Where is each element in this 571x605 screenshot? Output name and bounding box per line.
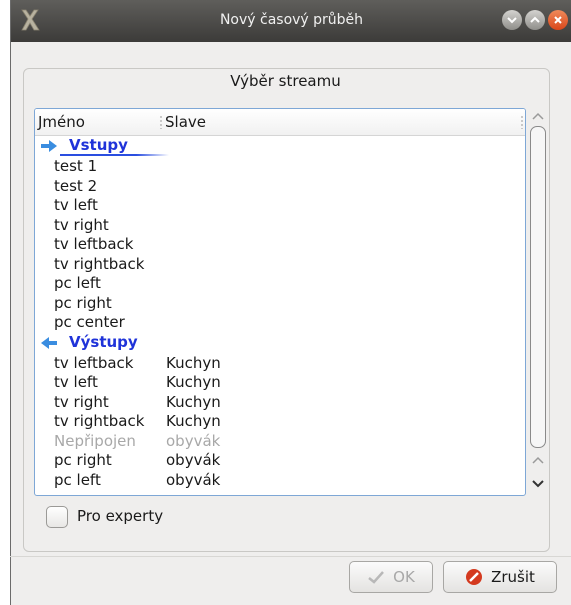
column-header-name[interactable]: Jméno [38, 113, 85, 131]
item-name: tv right [54, 215, 109, 234]
list-item[interactable]: pc center [35, 313, 525, 333]
item-name: Nepřipojen [54, 431, 136, 450]
scroll-up-arrow-icon[interactable] [531, 110, 545, 122]
list-item[interactable]: tv rightback Kuchyn [35, 412, 525, 432]
group-underline [60, 154, 169, 156]
item-name: pc right [54, 293, 112, 312]
list-item[interactable]: tv right [35, 216, 525, 236]
list-item[interactable]: pc left [35, 274, 525, 294]
button-divider [10, 556, 571, 557]
close-icon [554, 16, 562, 24]
minimize-button[interactable] [502, 10, 522, 30]
arrow-left-icon [41, 336, 57, 349]
group-label: Výstupy [69, 332, 138, 351]
list-item[interactable]: tv left [35, 196, 525, 216]
maximize-button[interactable] [525, 10, 545, 30]
list-item[interactable]: test 1 [35, 157, 525, 177]
column-separator[interactable] [521, 115, 523, 129]
window-title: Nový časový průběh [219, 12, 364, 28]
ok-button[interactable]: OK [349, 561, 433, 593]
item-name: tv leftback [54, 353, 134, 372]
item-name: tv left [54, 196, 98, 214]
title-bar[interactable]: Nový časový průběh [11, 0, 571, 42]
item-slave: Kuchyn [166, 373, 221, 391]
column-header-slave[interactable]: Slave [165, 113, 206, 131]
list-item[interactable]: Nepřipojen obyvák [35, 432, 525, 452]
cancel-button-label: Zrušit [491, 568, 535, 586]
item-slave: Kuchyn [166, 353, 221, 372]
item-name: pc left [54, 274, 101, 292]
list-item[interactable]: tv right Kuchyn [35, 393, 525, 413]
chevron-up-icon [530, 16, 540, 23]
chevron-down-icon [507, 17, 517, 24]
item-slave: obyvák [166, 470, 221, 489]
list-item[interactable]: test 2 [35, 177, 525, 197]
cancel-button[interactable]: Zrušit [443, 561, 557, 593]
item-name: test 2 [54, 176, 98, 195]
close-button[interactable] [548, 10, 568, 30]
list-item[interactable]: tv leftback Kuchyn [35, 354, 525, 374]
item-name: tv leftback [54, 235, 134, 253]
cancel-icon [466, 569, 483, 585]
item-name: pc center [54, 313, 125, 331]
item-slave: Kuchyn [166, 412, 221, 430]
item-slave: obyvák [166, 451, 221, 469]
list-group-header[interactable]: Vstupy [35, 136, 525, 157]
item-slave: Kuchyn [166, 392, 221, 411]
list-group-header[interactable]: Výstupy [35, 333, 525, 354]
list-item[interactable]: tv leftback [35, 235, 525, 255]
expert-checkbox-label[interactable]: Pro experty [77, 507, 163, 525]
stream-list[interactable]: Jméno Slave Vstupy test 1 test 2 tv left tv … [34, 108, 526, 496]
list-item[interactable]: pc left obyvák [35, 471, 525, 491]
list-header: Jméno Slave [35, 109, 525, 136]
vertical-scrollbar[interactable] [528, 108, 548, 494]
scrollbar-handle[interactable] [530, 126, 546, 448]
ok-button-label: OK [393, 568, 415, 586]
item-name: pc left [54, 470, 101, 489]
group-label: Vstupy [69, 136, 128, 154]
item-slave: obyvák [166, 431, 221, 450]
item-name: pc right [54, 451, 112, 469]
item-name: tv rightback [54, 412, 145, 430]
column-separator[interactable] [160, 115, 162, 129]
list-item[interactable]: pc right obyvák [35, 451, 525, 471]
checkmark-icon [368, 571, 385, 584]
list-item[interactable]: tv rightback [35, 255, 525, 275]
item-name: tv rightback [54, 254, 145, 273]
item-name: tv right [54, 392, 109, 411]
scroll-down-arrow-icon[interactable] [531, 478, 545, 490]
group-title: Výběr streamu [230, 72, 341, 90]
list-rows: Vstupy test 1 test 2 tv left tv right tv left… [35, 136, 525, 490]
list-item[interactable]: tv left Kuchyn [35, 373, 525, 393]
item-name: test 1 [54, 157, 98, 175]
expert-checkbox[interactable] [46, 506, 68, 528]
scroll-up-arrow-icon[interactable] [531, 454, 545, 466]
item-name: tv left [54, 373, 98, 391]
list-item[interactable]: pc right [35, 294, 525, 314]
arrow-right-icon [41, 140, 57, 152]
